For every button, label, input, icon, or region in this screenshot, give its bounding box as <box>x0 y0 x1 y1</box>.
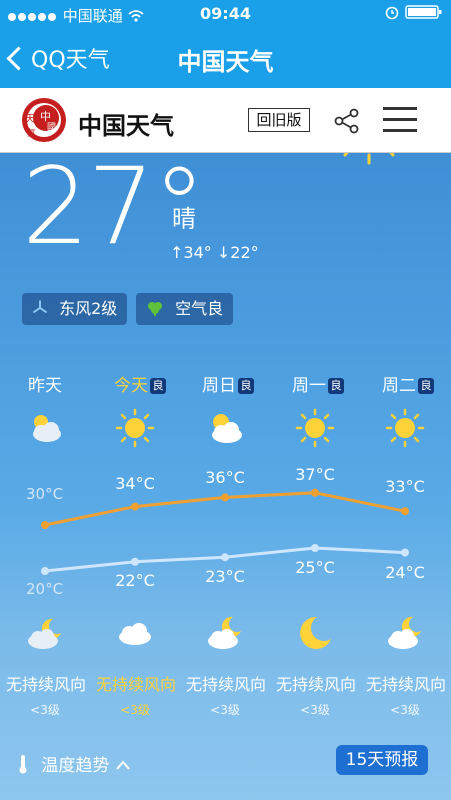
series-0-point <box>311 488 319 497</box>
level-sunday: <3级 <box>210 703 240 717</box>
series-0-point <box>131 502 139 511</box>
wind-tuesday: 无持续风向 <box>365 675 446 694</box>
moon-cloud-icon <box>388 616 421 649</box>
series-1-point <box>221 553 229 562</box>
low-label-sunday: 23°C <box>205 567 245 586</box>
air-badge: 良 <box>238 378 254 394</box>
share-icon[interactable] <box>334 108 360 134</box>
temperature-trend-toggle[interactable]: 温度趋势 <box>18 751 131 776</box>
today-high: 34° <box>183 243 212 262</box>
high-label-today: 34°C <box>115 474 155 493</box>
wind-badge[interactable]: 东风2级 <box>22 293 128 325</box>
hamburger-menu-icon[interactable] <box>383 107 417 132</box>
level-today: <3级 <box>120 703 150 717</box>
wind-text: 东风2级 <box>59 299 118 318</box>
air-badge: 良 <box>150 378 166 394</box>
nav-title: 中国天气 <box>177 48 274 76</box>
site-header: 中 國 天 氣 中国天气 回旧版 <box>0 88 451 153</box>
svg-text:氣: 氣 <box>27 127 36 139</box>
high-label-monday: 37°C <box>295 465 335 484</box>
air-badge: 良 <box>418 378 434 394</box>
sun-icon <box>385 408 425 448</box>
old-version-button[interactable]: 回旧版 <box>248 108 310 132</box>
day-sunday: 周日良 <box>188 371 268 396</box>
svg-text:國: 國 <box>47 122 56 133</box>
moon-cloud-icon <box>208 616 241 649</box>
weather-panel: 27° 晴 ↑34° ↓22° 东风2级 空气良 昨天 今天良 周日良 周一良 … <box>0 153 451 800</box>
series-0-point <box>221 493 229 502</box>
series-1-point <box>131 557 139 566</box>
level-yesterday: <3级 <box>30 703 60 717</box>
sun-icon <box>115 408 155 448</box>
today-low: 22° <box>230 243 259 262</box>
status-right <box>384 4 443 22</box>
series-0-point <box>41 521 49 529</box>
status-bar: 中国联通 09:44 <box>0 0 451 28</box>
svg-text:天: 天 <box>25 114 35 125</box>
moon-icon <box>300 616 331 649</box>
high-label-tuesday: 33°C <box>385 477 425 496</box>
svg-text:中: 中 <box>40 110 51 123</box>
low-label-today: 22°C <box>115 571 155 590</box>
brand-logo: 中 國 天 氣 <box>20 96 68 144</box>
15-day-forecast-button[interactable]: 15天预报 <box>336 745 428 775</box>
sun-cloud-icon <box>212 414 242 443</box>
trend-label: 温度趋势 <box>41 756 110 776</box>
wind-today: 无持续风向 <box>95 675 176 694</box>
series-1-point <box>401 548 409 557</box>
wind-turbine-icon <box>32 299 53 318</box>
day-monday: 周一良 <box>278 371 358 396</box>
chevron-up-icon <box>115 756 131 776</box>
nav-bar: QQ天气 中国天气 <box>0 28 451 88</box>
moon-cloud-icon <box>28 618 61 649</box>
wind-yesterday: 无持续风向 <box>5 675 86 694</box>
air-quality-badge[interactable]: 空气良 <box>136 293 234 325</box>
level-monday: <3级 <box>300 703 330 717</box>
sun-icon <box>295 408 335 448</box>
level-tuesday: <3级 <box>390 703 420 717</box>
day-yesterday: 昨天 <box>28 376 62 396</box>
wind-sunday: 无持续风向 <box>185 675 266 694</box>
current-condition: 晴 <box>172 205 196 233</box>
wind-monday: 无持续风向 <box>275 675 356 694</box>
cloud-icon <box>119 623 151 645</box>
low-label-tuesday: 24°C <box>385 563 425 582</box>
low-label-monday: 25°C <box>295 558 335 577</box>
series-1-point <box>41 567 49 575</box>
leaf-icon <box>146 299 169 318</box>
arrow-up-icon: ↑ <box>170 243 184 262</box>
day-today: 今天良 <box>100 371 180 396</box>
sun-cloud-icon <box>33 415 61 442</box>
high-label-sunday: 36°C <box>205 468 245 487</box>
brand-name: 中国天气 <box>78 111 174 140</box>
series-0-point <box>401 507 409 516</box>
air-quality-text: 空气良 <box>175 299 224 318</box>
alarm-icon <box>384 4 405 22</box>
thermometer-icon <box>18 755 33 776</box>
high-low: ↑34° ↓22° <box>170 243 259 262</box>
day-tuesday: 周二良 <box>368 371 448 396</box>
sun-icon <box>343 153 395 165</box>
arrow-down-icon: ↓ <box>216 243 231 262</box>
series-1-point <box>311 544 319 552</box>
air-badge: 良 <box>328 378 344 394</box>
battery-icon <box>405 4 443 22</box>
